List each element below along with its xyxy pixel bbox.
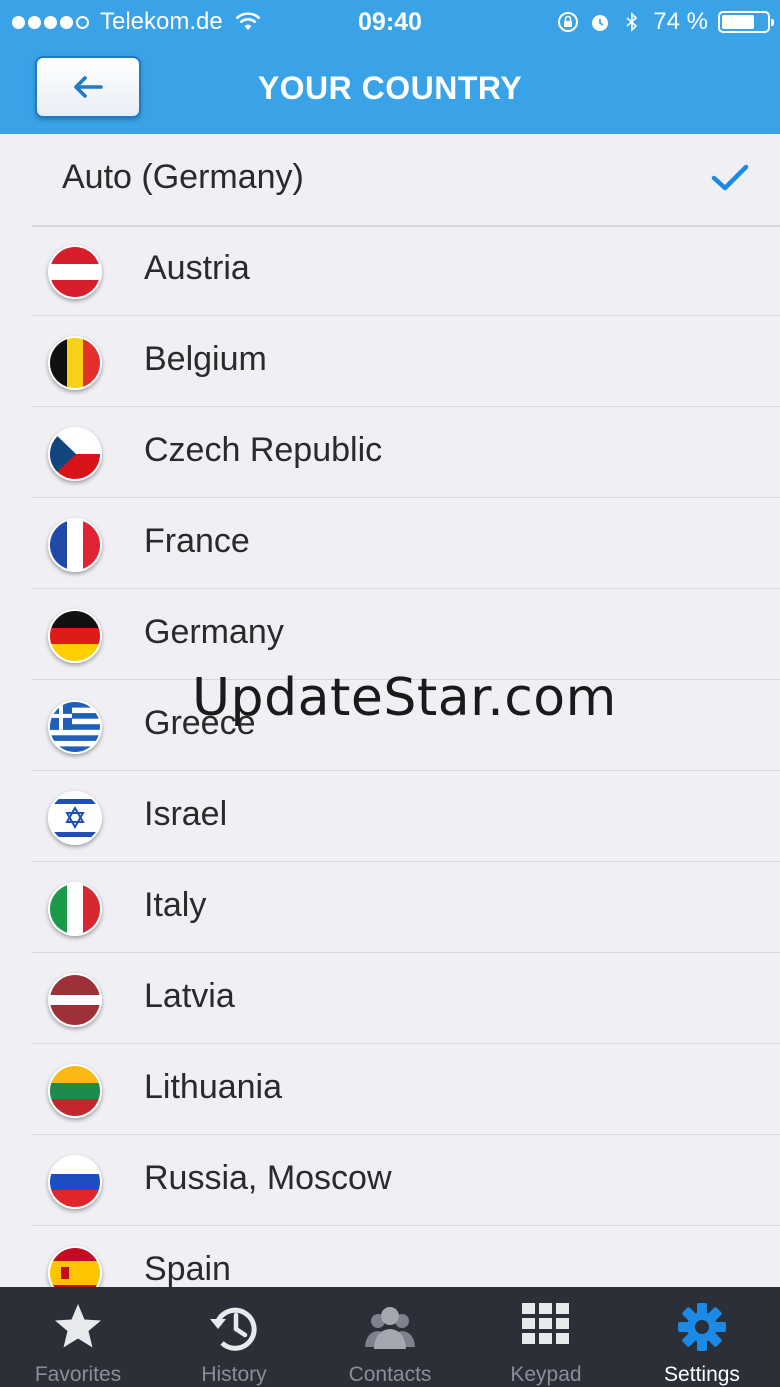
austria-flag-icon	[48, 245, 102, 299]
country-option-belgium[interactable]: Belgium	[32, 316, 780, 407]
tab-settings[interactable]: Settings	[624, 1287, 780, 1387]
russia-flag-icon	[48, 1155, 102, 1209]
tab-label: Contacts	[348, 1363, 432, 1386]
tab-history[interactable]: History	[156, 1287, 312, 1387]
country-option-france[interactable]: France	[32, 498, 780, 589]
country-option-latvia[interactable]: Latvia	[32, 953, 780, 1044]
watermark-text: UpdateStar.com	[192, 668, 617, 728]
country-name: Lithuania	[144, 1068, 283, 1106]
country-name: Spain	[144, 1250, 231, 1287]
header: Telekom.de 09:40 74 % YOUR COUNTRY	[0, 0, 780, 134]
belgium-flag-icon	[48, 336, 102, 390]
greece-flag-icon	[48, 700, 102, 754]
checkmark-icon	[711, 164, 749, 191]
germany-flag-icon	[48, 609, 102, 663]
spain-flag-icon	[48, 1246, 102, 1287]
country-option-spain[interactable]: Spain	[32, 1226, 780, 1287]
country-option-russia-moscow[interactable]: Russia, Moscow	[32, 1135, 780, 1226]
history-clock-icon	[210, 1307, 257, 1351]
tab-bar: Favorites History Contacts Keypad Settin…	[0, 1287, 780, 1387]
country-option-auto[interactable]: Auto (Germany)	[0, 134, 780, 227]
lithuania-flag-icon	[48, 1064, 102, 1118]
tab-label: Favorites	[34, 1363, 122, 1386]
country-name: France	[144, 522, 250, 560]
status-right: 74 %	[547, 8, 774, 36]
france-flag-icon	[48, 518, 102, 572]
tab-favorites[interactable]: Favorites	[0, 1287, 156, 1387]
country-name: Czech Republic	[144, 431, 383, 469]
gear-icon	[678, 1303, 726, 1351]
battery-percent: 74 %	[653, 8, 708, 35]
country-option-austria[interactable]: Austria	[32, 225, 780, 316]
country-name: Germany	[144, 613, 284, 651]
latvia-flag-icon	[48, 973, 102, 1027]
country-name: Latvia	[144, 977, 235, 1015]
battery-icon	[718, 11, 774, 33]
country-option-germany[interactable]: Germany	[32, 589, 780, 680]
italy-flag-icon	[48, 882, 102, 936]
country-option-czech-republic[interactable]: Czech Republic	[32, 407, 780, 498]
contacts-people-icon	[365, 1307, 415, 1349]
country-name: Russia, Moscow	[144, 1159, 392, 1197]
auto-option-label: Auto (Germany)	[62, 158, 304, 196]
tab-contacts[interactable]: Contacts	[312, 1287, 468, 1387]
alarm-icon	[592, 15, 609, 31]
tab-label: Keypad	[510, 1363, 582, 1386]
rotation-lock-icon	[558, 12, 579, 32]
tab-label: Settings	[664, 1363, 740, 1386]
tab-label: History	[201, 1363, 267, 1386]
app-screen: Telekom.de 09:40 74 % YOUR COUNTRY Auto …	[0, 0, 780, 1387]
star-icon	[55, 1304, 101, 1348]
country-option-israel[interactable]: Israel	[32, 771, 780, 862]
country-name: Israel	[144, 795, 228, 833]
country-option-lithuania[interactable]: Lithuania	[32, 1044, 780, 1135]
status-bar: Telekom.de 09:40 74 %	[0, 0, 780, 44]
czech-flag-icon	[48, 427, 102, 481]
keypad-grid-icon	[522, 1303, 569, 1344]
country-option-italy[interactable]: Italy	[32, 862, 780, 953]
bluetooth-icon	[626, 12, 638, 32]
country-name: Austria	[144, 249, 250, 287]
country-name: Italy	[144, 886, 207, 924]
country-name: Belgium	[144, 340, 267, 378]
page-title: YOUR COUNTRY	[257, 70, 523, 106]
tab-keypad[interactable]: Keypad	[468, 1287, 624, 1387]
israel-flag-icon	[48, 791, 102, 845]
